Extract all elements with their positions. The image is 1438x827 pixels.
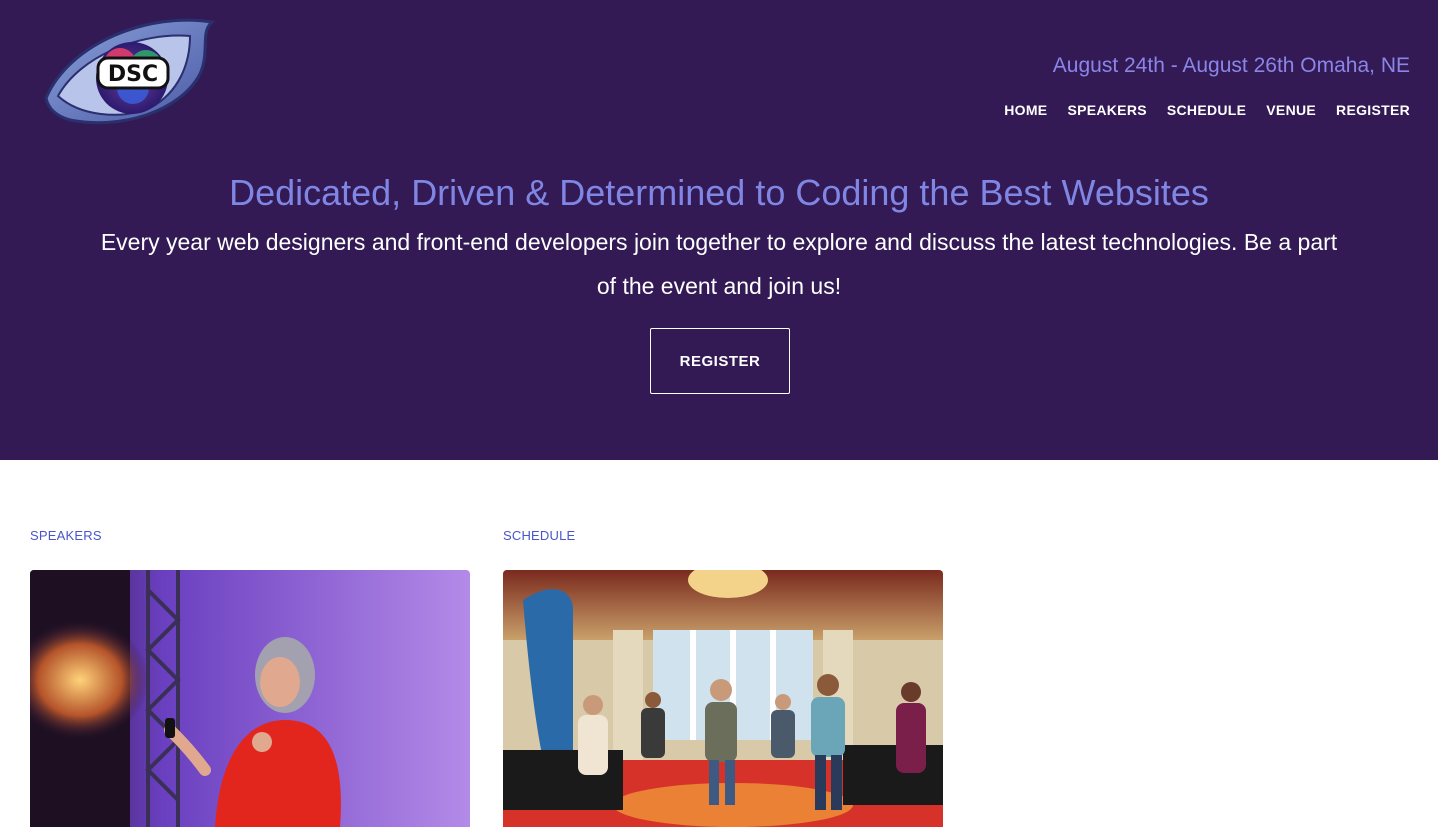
nav-speakers[interactable]: SPEAKERS bbox=[1067, 102, 1146, 118]
hero-title: Dedicated, Driven & Determined to Coding… bbox=[229, 172, 1209, 213]
nav-register[interactable]: REGISTER bbox=[1336, 102, 1410, 118]
hero-subtitle: Every year web designers and front-end d… bbox=[100, 229, 1338, 299]
speaker-photo-illustration bbox=[30, 570, 470, 827]
register-button[interactable]: REGISTER bbox=[650, 328, 790, 394]
main-nav: HOME SPEAKERS SCHEDULE VENUE REGISTER bbox=[1004, 102, 1410, 118]
speakers-image[interactable] bbox=[30, 570, 470, 827]
dsc-logo[interactable]: DSC bbox=[40, 12, 220, 130]
conference-photo-illustration bbox=[503, 570, 943, 827]
nav-schedule[interactable]: SCHEDULE bbox=[1167, 102, 1246, 118]
event-dates: August 24th - August 26th Omaha, NE bbox=[1052, 54, 1410, 77]
nav-home[interactable]: HOME bbox=[1004, 102, 1047, 118]
schedule-section-label[interactable]: SCHEDULE bbox=[503, 528, 575, 543]
hero-section: DSC August 24th - August 26th Omaha, NE … bbox=[0, 0, 1438, 460]
nav-venue[interactable]: VENUE bbox=[1266, 102, 1316, 118]
logo-text: DSC bbox=[108, 62, 158, 87]
eye-logo-icon: DSC bbox=[44, 18, 216, 125]
schedule-image[interactable] bbox=[503, 570, 943, 827]
speakers-section-label[interactable]: SPEAKERS bbox=[30, 528, 102, 543]
